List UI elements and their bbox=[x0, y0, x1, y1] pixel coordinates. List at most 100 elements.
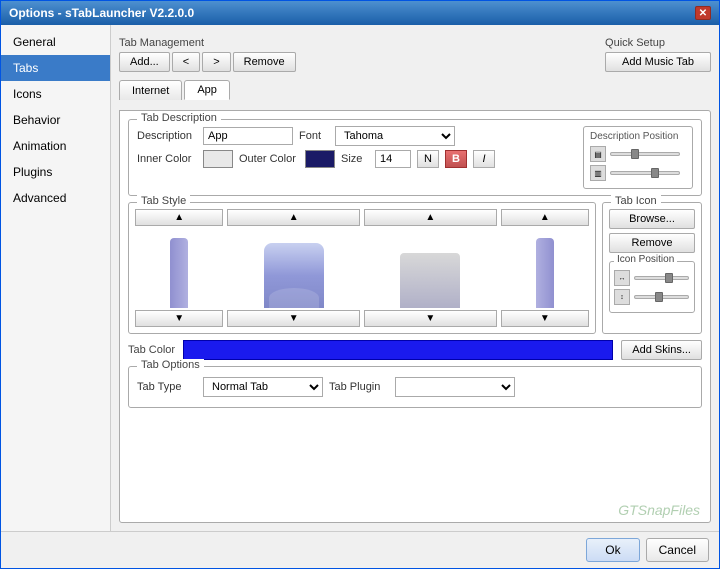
main-content: General Tabs Icons Behavior Animation Pl… bbox=[1, 25, 719, 531]
outer-color-swatch[interactable] bbox=[305, 150, 335, 168]
ok-button[interactable]: Ok bbox=[586, 538, 639, 562]
tab-options-title: Tab Options bbox=[137, 359, 204, 371]
icon-slider-track-2[interactable] bbox=[634, 295, 689, 299]
icon-slider-thumb-1[interactable] bbox=[665, 273, 673, 283]
tab-options-group: Tab Options Tab Type Normal Tab Tab Plug… bbox=[128, 366, 702, 408]
tab-icon-group: Tab Icon Browse... Remove Icon Position … bbox=[602, 202, 702, 334]
style-col-3: ▲ ▼ bbox=[364, 209, 497, 327]
app-tab[interactable]: App bbox=[184, 80, 230, 100]
normal-format-button[interactable]: N bbox=[417, 150, 439, 168]
description-row: Description Font Tahoma bbox=[137, 126, 575, 146]
title-bar: Options - sTabLauncher V2.2.0.0 ✕ bbox=[1, 1, 719, 25]
preview-2 bbox=[227, 228, 360, 308]
slider-row-1: ▤ bbox=[590, 146, 686, 162]
shape-4 bbox=[536, 238, 554, 308]
font-label: Font bbox=[299, 130, 329, 142]
inner-color-swatch[interactable] bbox=[203, 150, 233, 168]
style-down-2[interactable]: ▼ bbox=[227, 310, 360, 327]
tab-description-title: Tab Description bbox=[137, 112, 221, 124]
outer-color-label: Outer Color bbox=[239, 153, 299, 165]
slider-track-2[interactable] bbox=[610, 171, 680, 175]
cancel-button[interactable]: Cancel bbox=[646, 538, 709, 562]
slider-thumb-2[interactable] bbox=[651, 168, 659, 178]
sidebar-item-behavior[interactable]: Behavior bbox=[1, 107, 110, 133]
shape-3 bbox=[400, 253, 460, 308]
icon-slider-track-1[interactable] bbox=[634, 276, 689, 280]
style-down-4[interactable]: ▼ bbox=[501, 310, 589, 327]
style-down-3[interactable]: ▼ bbox=[364, 310, 497, 327]
top-toolbar: Tab Management Add... < > Remove Quick S… bbox=[119, 33, 711, 74]
sidebar-item-plugins[interactable]: Plugins bbox=[1, 159, 110, 185]
watermark: GTSnapFiles bbox=[618, 502, 700, 518]
tab-management-label: Tab Management bbox=[119, 37, 296, 49]
slider-icon-1: ▤ bbox=[590, 146, 606, 162]
sidebar-item-tabs[interactable]: Tabs bbox=[1, 55, 110, 81]
tab-style-title: Tab Style bbox=[137, 195, 190, 207]
content-area: Tab Management Add... < > Remove Quick S… bbox=[111, 25, 719, 531]
app-window: Options - sTabLauncher V2.2.0.0 ✕ Genera… bbox=[0, 0, 720, 569]
slider-row-2: ▥ bbox=[590, 165, 686, 181]
tab-plugin-select[interactable] bbox=[395, 377, 515, 397]
tab-type-select[interactable]: Normal Tab bbox=[203, 377, 323, 397]
slider-track-1[interactable] bbox=[610, 152, 680, 156]
tab-desc-left: Description Font Tahoma Inner Color bbox=[137, 126, 575, 172]
preview-4 bbox=[501, 228, 589, 308]
tab-management-group: Tab Management Add... < > Remove bbox=[119, 37, 296, 72]
desc-position-title: Description Position bbox=[590, 131, 686, 142]
add-skins-button[interactable]: Add Skins... bbox=[621, 340, 702, 360]
sidebar: General Tabs Icons Behavior Animation Pl… bbox=[1, 25, 111, 531]
icon-position-box: Icon Position ↔ ↕ bbox=[609, 261, 695, 313]
color-row: Inner Color Outer Color Size N B I bbox=[137, 150, 575, 168]
bold-format-button[interactable]: B bbox=[445, 150, 467, 168]
tab-type-label: Tab Type bbox=[137, 381, 197, 393]
sidebar-item-icons[interactable]: Icons bbox=[1, 81, 110, 107]
sidebar-item-advanced[interactable]: Advanced bbox=[1, 185, 110, 211]
description-label: Description bbox=[137, 130, 197, 142]
slider-thumb-1[interactable] bbox=[631, 149, 639, 159]
prev-button[interactable]: < bbox=[172, 52, 200, 72]
tab-panel: Tab Description Description Font Tahoma bbox=[119, 110, 711, 523]
slider-icon-2: ▥ bbox=[590, 165, 606, 181]
style-up-3[interactable]: ▲ bbox=[364, 209, 497, 226]
icon-slider-icon-1: ↔ bbox=[614, 270, 630, 286]
inner-color-label: Inner Color bbox=[137, 153, 197, 165]
color-bar[interactable] bbox=[183, 340, 613, 360]
style-col-2: ▲ ▼ bbox=[227, 209, 360, 327]
icon-slider-thumb-2[interactable] bbox=[655, 292, 663, 302]
description-input[interactable] bbox=[203, 127, 293, 145]
quick-setup-label: Quick Setup bbox=[605, 37, 711, 49]
italic-format-button[interactable]: I bbox=[473, 150, 495, 168]
desc-position-box: Description Position ▤ ▥ bbox=[583, 126, 693, 189]
icon-slider-row-2: ↕ bbox=[614, 289, 690, 305]
close-button[interactable]: ✕ bbox=[695, 6, 711, 20]
style-col-1: ▲ ▼ bbox=[135, 209, 223, 327]
style-up-4[interactable]: ▲ bbox=[501, 209, 589, 226]
tab-plugin-label: Tab Plugin bbox=[329, 381, 389, 393]
tab-options-row: Tab Type Normal Tab Tab Plugin bbox=[137, 377, 693, 397]
add-button[interactable]: Add... bbox=[119, 52, 170, 72]
shape-2 bbox=[264, 243, 324, 308]
tab-style-group: Tab Style ▲ ▼ bbox=[128, 202, 596, 334]
icon-slider-row-1: ↔ bbox=[614, 270, 690, 286]
quick-setup-group: Quick Setup Add Music Tab bbox=[605, 37, 711, 72]
window-title: Options - sTabLauncher V2.2.0.0 bbox=[9, 6, 194, 20]
icon-pos-sliders: ↔ ↕ bbox=[614, 270, 690, 305]
tab-management-buttons: Add... < > Remove bbox=[119, 52, 296, 72]
internet-tab[interactable]: Internet bbox=[119, 80, 182, 100]
style-up-2[interactable]: ▲ bbox=[227, 209, 360, 226]
style-up-1[interactable]: ▲ bbox=[135, 209, 223, 226]
preview-3 bbox=[364, 228, 497, 308]
remove-button[interactable]: Remove bbox=[233, 52, 296, 72]
sidebar-item-general[interactable]: General bbox=[1, 29, 110, 55]
remove-icon-button[interactable]: Remove bbox=[609, 233, 695, 253]
browse-button[interactable]: Browse... bbox=[609, 209, 695, 229]
font-select[interactable]: Tahoma bbox=[335, 126, 455, 146]
next-button[interactable]: > bbox=[202, 52, 230, 72]
size-input[interactable] bbox=[375, 150, 411, 168]
bottom-bar: Ok Cancel bbox=[1, 531, 719, 568]
sidebar-item-animation[interactable]: Animation bbox=[1, 133, 110, 159]
style-down-1[interactable]: ▼ bbox=[135, 310, 223, 327]
tab-color-label: Tab Color bbox=[128, 344, 175, 356]
style-icon-row: Tab Style ▲ ▼ bbox=[128, 202, 702, 334]
add-music-tab-button[interactable]: Add Music Tab bbox=[605, 52, 711, 72]
